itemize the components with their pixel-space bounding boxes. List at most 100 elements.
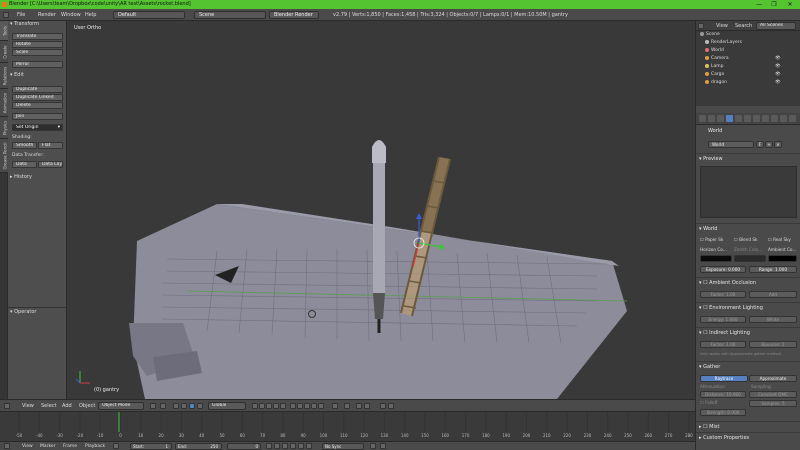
menu-help[interactable]: Help bbox=[85, 9, 96, 20]
sync-mode-dropdown[interactable]: No Sync bbox=[322, 443, 364, 450]
modifiers-tab-icon[interactable] bbox=[753, 115, 760, 122]
menu-window[interactable]: Window bbox=[61, 9, 81, 20]
proportional-edit-icon[interactable] bbox=[344, 403, 350, 409]
outliner-search-menu[interactable]: Search bbox=[735, 21, 752, 31]
end-frame-field[interactable]: End: 250 bbox=[175, 443, 222, 450]
translate-manipulator-icon[interactable] bbox=[181, 403, 187, 409]
minimize-button[interactable]: — bbox=[752, 0, 766, 9]
shade-flat-button[interactable]: Flat bbox=[38, 142, 63, 149]
visibility-eye-icon[interactable]: 👁 bbox=[775, 55, 781, 63]
layer-2-icon[interactable] bbox=[259, 403, 265, 409]
history-panel-header[interactable]: ▸ History bbox=[10, 174, 32, 181]
world-panel-header[interactable]: ▾ World bbox=[699, 225, 717, 233]
menu-render[interactable]: Render bbox=[38, 9, 56, 20]
shade-smooth-button[interactable]: Smooth bbox=[12, 142, 37, 149]
render-engine-selector[interactable]: Blender Render bbox=[269, 11, 319, 19]
fake-user-button[interactable]: F bbox=[756, 141, 764, 148]
object-tab-icon[interactable] bbox=[735, 115, 742, 122]
duplicate-linked-button[interactable]: Duplicate Linked bbox=[12, 94, 63, 101]
snap-icon[interactable] bbox=[356, 403, 362, 409]
constraints-tab-icon[interactable] bbox=[744, 115, 751, 122]
outliner-row-world[interactable]: World bbox=[705, 47, 800, 55]
transform-orientation-dropdown[interactable]: Global bbox=[208, 402, 246, 410]
start-frame-field[interactable]: Start: 1 bbox=[130, 443, 172, 450]
play-icon[interactable] bbox=[290, 443, 296, 449]
zenith-color-swatch[interactable] bbox=[734, 255, 766, 262]
layer-9-icon[interactable] bbox=[311, 403, 317, 409]
world-name-field[interactable]: World bbox=[708, 141, 754, 148]
environment-lighting-header[interactable]: ▾ ☐ Environment Lighting bbox=[699, 304, 763, 312]
viewport-shading-icon[interactable] bbox=[150, 403, 156, 409]
unlink-world-button[interactable]: ✕ bbox=[774, 141, 782, 148]
ao-blend-dropdown[interactable]: Add bbox=[749, 291, 797, 298]
auto-keying-icon[interactable] bbox=[370, 443, 376, 449]
scale-button[interactable]: Scale bbox=[12, 49, 63, 56]
texture-tab-icon[interactable] bbox=[780, 115, 787, 122]
strength-field[interactable]: Strength: 0.000 bbox=[700, 409, 746, 416]
timeline-playback-menu[interactable]: Playback bbox=[85, 442, 105, 450]
tab-relations[interactable]: Relations bbox=[0, 63, 8, 89]
world-tab-icon[interactable] bbox=[726, 115, 733, 122]
ao-factor-field[interactable]: Factor: 1.00 bbox=[700, 291, 746, 298]
set-origin-dropdown[interactable]: Set Origin ▾ bbox=[12, 124, 63, 131]
play-reverse-icon[interactable] bbox=[282, 443, 288, 449]
menu-file[interactable]: File bbox=[17, 9, 25, 20]
gizmo-z-arrow-icon[interactable] bbox=[416, 213, 422, 219]
new-world-button[interactable]: + bbox=[765, 141, 773, 148]
sampling-method-dropdown[interactable]: Constant QMC bbox=[749, 391, 797, 398]
outliner-row-scene[interactable]: Scene bbox=[700, 31, 800, 39]
tab-physics[interactable]: Physics bbox=[0, 117, 8, 139]
render-tab-icon[interactable] bbox=[699, 115, 706, 122]
scale-manipulator-icon[interactable] bbox=[197, 403, 203, 409]
manipulator-toggle-icon[interactable] bbox=[173, 403, 179, 409]
prev-keyframe-icon[interactable] bbox=[274, 443, 280, 449]
tab-create[interactable]: Create bbox=[0, 41, 8, 63]
visibility-eye-icon[interactable]: 👁 bbox=[775, 71, 781, 79]
real-sky-checkbox[interactable]: ☐ Real Sky bbox=[768, 237, 791, 243]
join-button[interactable]: Join bbox=[12, 113, 63, 120]
timeline[interactable]: -50 -40 -30 -20 -10 0 10 20 30 40 50 60 70 80 90 100 110… bbox=[0, 411, 695, 441]
scene-tab-icon[interactable] bbox=[717, 115, 724, 122]
delete-button[interactable]: Delete bbox=[12, 102, 63, 109]
data-tab-icon[interactable] bbox=[762, 115, 769, 122]
outliner-row-lamp[interactable]: Lamp 👁 bbox=[705, 63, 800, 71]
mirror-button[interactable]: Mirror bbox=[12, 61, 63, 68]
rotate-button[interactable]: Rotate bbox=[12, 41, 63, 48]
layer-6-icon[interactable] bbox=[290, 403, 296, 409]
physics-tab-icon[interactable] bbox=[789, 115, 796, 122]
render-preview-icon[interactable] bbox=[380, 403, 386, 409]
jump-start-icon[interactable] bbox=[266, 443, 272, 449]
outliner-row-dragon[interactable]: dragon 👁 bbox=[705, 79, 800, 87]
maximize-button[interactable]: ❐ bbox=[767, 0, 781, 9]
render-layers-tab-icon[interactable] bbox=[708, 115, 715, 122]
range-field[interactable]: Range: 1.000 bbox=[749, 266, 797, 273]
current-frame-field[interactable]: 0 bbox=[227, 443, 261, 450]
mist-panel-header[interactable]: ▸ ☐ Mist bbox=[699, 423, 719, 431]
ambient-color-swatch[interactable] bbox=[768, 255, 797, 262]
next-keyframe-icon[interactable] bbox=[298, 443, 304, 449]
layout-selector[interactable]: Default bbox=[113, 11, 185, 19]
scene-canvas[interactable] bbox=[67, 21, 695, 399]
edit-panel-header[interactable]: ▾ Edit bbox=[10, 72, 24, 79]
outliner-display-mode[interactable]: All Scenes bbox=[756, 22, 796, 30]
outliner-editor-icon[interactable] bbox=[698, 23, 704, 29]
ambient-occlusion-header[interactable]: ▾ ☐ Ambient Occlusion bbox=[699, 279, 756, 287]
operator-panel-header[interactable]: ▾ Operator bbox=[10, 309, 37, 316]
layer-8-icon[interactable] bbox=[304, 403, 310, 409]
keying-set-icon[interactable] bbox=[380, 443, 386, 449]
layer-4-icon[interactable] bbox=[273, 403, 279, 409]
translate-button[interactable]: Translate bbox=[12, 33, 63, 40]
3d-viewport[interactable]: User Ortho (0) gantry bbox=[67, 21, 695, 399]
distance-field[interactable]: Distance: 10.000 bbox=[700, 391, 746, 398]
object-mode-dropdown[interactable]: Object Mode bbox=[98, 402, 144, 410]
timeline-editor-icon[interactable] bbox=[4, 443, 10, 449]
blend-sky-checkbox[interactable]: ☐ Blend Sk bbox=[734, 237, 757, 243]
scene-selector[interactable]: Scene bbox=[194, 11, 266, 19]
render-animation-icon[interactable] bbox=[388, 403, 394, 409]
timeline-frame-menu[interactable]: Frame bbox=[63, 442, 77, 450]
outliner-row-cargo[interactable]: Cargo 👁 bbox=[705, 71, 800, 79]
rotate-manipulator-icon[interactable] bbox=[189, 403, 195, 409]
gather-panel-header[interactable]: ▾ Gather bbox=[699, 363, 720, 371]
tab-grease-pencil[interactable]: Grease Pencil bbox=[0, 139, 8, 173]
preview-range-icon[interactable] bbox=[113, 443, 119, 449]
